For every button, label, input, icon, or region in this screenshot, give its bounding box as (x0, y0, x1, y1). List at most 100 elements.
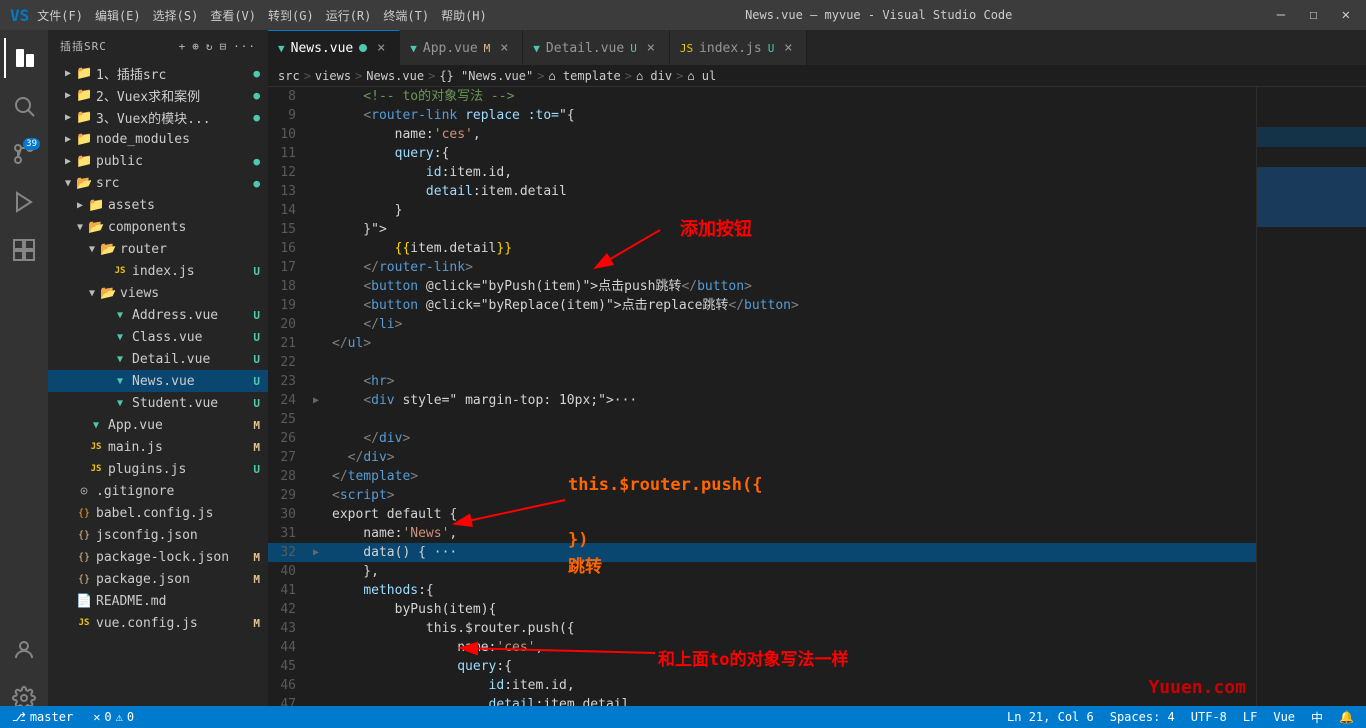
tab-close-button[interactable]: × (373, 40, 389, 56)
activity-explorer[interactable] (4, 38, 44, 78)
tree-item-2vuex[interactable]: ▶📁2、Vuex求和案例● (48, 84, 268, 106)
tree-item-3vuex[interactable]: ▶📁3、Vuex的模块...● (48, 106, 268, 128)
code-line[interactable]: 32▶ data() { ··· (268, 543, 1256, 562)
code-line[interactable]: 28</template> (268, 467, 1256, 486)
tree-item-gitignore[interactable]: ⊙.gitignore (48, 480, 268, 502)
code-line[interactable]: 27 </div> (268, 448, 1256, 467)
breadcrumb-item[interactable]: ⌂ ul (687, 69, 716, 83)
status-spaces[interactable]: Spaces: 4 (1106, 710, 1179, 724)
status-chinese[interactable]: 中 (1307, 709, 1327, 726)
code-line[interactable]: 42 byPush(item){ (268, 600, 1256, 619)
tree-item-views[interactable]: ▼📂views (48, 282, 268, 304)
code-line[interactable]: 22 (268, 353, 1256, 372)
breadcrumb-item[interactable]: {} "News.vue" (439, 69, 533, 83)
status-line-col[interactable]: Ln 21, Col 6 (1003, 710, 1098, 724)
code-line[interactable]: 13 detail:item.detail (268, 182, 1256, 201)
status-notification[interactable]: 🔔 (1335, 710, 1358, 724)
tree-item-indexjs[interactable]: JSindex.jsU (48, 260, 268, 282)
menu-file[interactable]: 文件(F) (37, 7, 83, 24)
code-line[interactable]: 25 (268, 410, 1256, 429)
code-line[interactable]: 16 {{item.detail}} (268, 239, 1256, 258)
code-line[interactable]: 40 }, (268, 562, 1256, 581)
tree-item-src[interactable]: ▼📂src● (48, 172, 268, 194)
tab-app[interactable]: ▼App.vueM× (400, 30, 523, 65)
tree-item-newsvue[interactable]: ▼News.vueU (48, 370, 268, 392)
code-line[interactable]: 14 } (268, 201, 1256, 220)
tree-item-1src[interactable]: ▶📁1、插插src● (48, 62, 268, 84)
activity-extensions[interactable] (4, 230, 44, 270)
tree-item-mainjs[interactable]: JSmain.jsM (48, 436, 268, 458)
code-line[interactable]: 18 <button @click="byPush(item)">点击push跳… (268, 277, 1256, 296)
sidebar-refresh[interactable]: ↻ (206, 40, 214, 53)
code-line[interactable]: 26 </div> (268, 429, 1256, 448)
activity-run[interactable] (4, 182, 44, 222)
menu-run[interactable]: 运行(R) (326, 7, 372, 24)
tab-detail[interactable]: ▼Detail.vueU× (523, 30, 670, 65)
tree-item-jsconfigjson[interactable]: {}jsconfig.json (48, 524, 268, 546)
menu-terminal[interactable]: 终端(T) (383, 7, 429, 24)
tree-item-nodemodules[interactable]: ▶📁node_modules (48, 128, 268, 150)
code-line[interactable]: 21</ul> (268, 334, 1256, 353)
tree-item-package-lockjson[interactable]: {}package-lock.jsonM (48, 546, 268, 568)
code-line[interactable]: 20 </li> (268, 315, 1256, 334)
menu-edit[interactable]: 编辑(E) (95, 7, 141, 24)
menu-help[interactable]: 帮助(H) (441, 7, 487, 24)
maximize-button[interactable]: ☐ (1303, 5, 1323, 25)
tree-item-router[interactable]: ▼📂router (48, 238, 268, 260)
fold-arrow-icon[interactable]: ▶ (308, 543, 324, 562)
tab-close-button[interactable]: × (780, 40, 796, 56)
tree-item-pluginsjs[interactable]: JSplugins.jsU (48, 458, 268, 480)
status-language[interactable]: Vue (1269, 710, 1299, 724)
code-line[interactable]: 12 id:item.id, (268, 163, 1256, 182)
activity-account[interactable] (4, 630, 44, 670)
status-line-ending[interactable]: LF (1239, 710, 1261, 724)
status-encoding[interactable]: UTF-8 (1187, 710, 1231, 724)
fold-arrow-icon[interactable]: ▶ (308, 391, 324, 410)
code-line[interactable]: 24▶ <div style=" margin-top: 10px;">··· (268, 391, 1256, 410)
code-line[interactable]: 45 query:{ (268, 657, 1256, 676)
menu-view[interactable]: 查看(V) (210, 7, 256, 24)
tree-item-packagejson[interactable]: {}package.jsonM (48, 568, 268, 590)
tree-item-components[interactable]: ▼📂components (48, 216, 268, 238)
code-line[interactable]: 44 name:'ces', (268, 638, 1256, 657)
sidebar-collapse[interactable]: ⊟ (220, 40, 228, 53)
code-line[interactable]: 10 name:'ces', (268, 125, 1256, 144)
tab-close-button[interactable]: × (496, 40, 512, 56)
tree-item-babelconfigjs[interactable]: {}babel.config.js (48, 502, 268, 524)
tab-news[interactable]: ▼News.vue× (268, 30, 400, 65)
tree-item-studentvue[interactable]: ▼Student.vueU (48, 392, 268, 414)
close-button[interactable]: ✕ (1336, 5, 1356, 25)
status-git-branch[interactable]: ⎇ master (8, 710, 77, 724)
code-line[interactable]: 30export default { (268, 505, 1256, 524)
code-line[interactable]: 41 methods:{ (268, 581, 1256, 600)
sidebar-new-folder[interactable]: ⊕ (192, 40, 200, 53)
tree-item-assets[interactable]: ▶📁assets (48, 194, 268, 216)
breadcrumb-item[interactable]: ⌂ template (548, 69, 620, 83)
code-line[interactable]: 15 }"> (268, 220, 1256, 239)
breadcrumb-item[interactable]: views (315, 69, 351, 83)
tree-item-readmemd[interactable]: 📄README.md (48, 590, 268, 612)
menu-select[interactable]: 选择(S) (153, 7, 199, 24)
tree-item-detailvue[interactable]: ▼Detail.vueU (48, 348, 268, 370)
tab-close-button[interactable]: × (643, 40, 659, 56)
code-line[interactable]: 31 name:'News', (268, 524, 1256, 543)
minimize-button[interactable]: — (1271, 5, 1291, 25)
code-line[interactable]: 19 <button @click="byReplace(item)">点击re… (268, 296, 1256, 315)
breadcrumb-item[interactable]: News.vue (366, 69, 424, 83)
code-line[interactable]: 43 this.$router.push({ (268, 619, 1256, 638)
code-line[interactable]: 17 </router-link> (268, 258, 1256, 277)
tab-index[interactable]: JSindex.jsU× (670, 30, 808, 65)
tree-item-public[interactable]: ▶📁public● (48, 150, 268, 172)
code-line[interactable]: 8 <!-- to的对象写法 --> (268, 87, 1256, 106)
code-line[interactable]: 46 id:item.id, (268, 676, 1256, 695)
breadcrumb-item[interactable]: src (278, 69, 300, 83)
breadcrumb-item[interactable]: ⌂ div (636, 69, 672, 83)
code-line[interactable]: 11 query:{ (268, 144, 1256, 163)
activity-search[interactable] (4, 86, 44, 126)
sidebar-more[interactable]: ··· (233, 40, 256, 53)
code-line[interactable]: 23 <hr> (268, 372, 1256, 391)
tree-item-appvue[interactable]: ▼App.vueM (48, 414, 268, 436)
editor[interactable]: 8 <!-- to的对象写法 -->9 <router-link replace… (268, 87, 1256, 728)
sidebar-new-file[interactable]: + (179, 40, 187, 53)
status-errors[interactable]: ✕ 0 ⚠ 0 (89, 710, 138, 724)
